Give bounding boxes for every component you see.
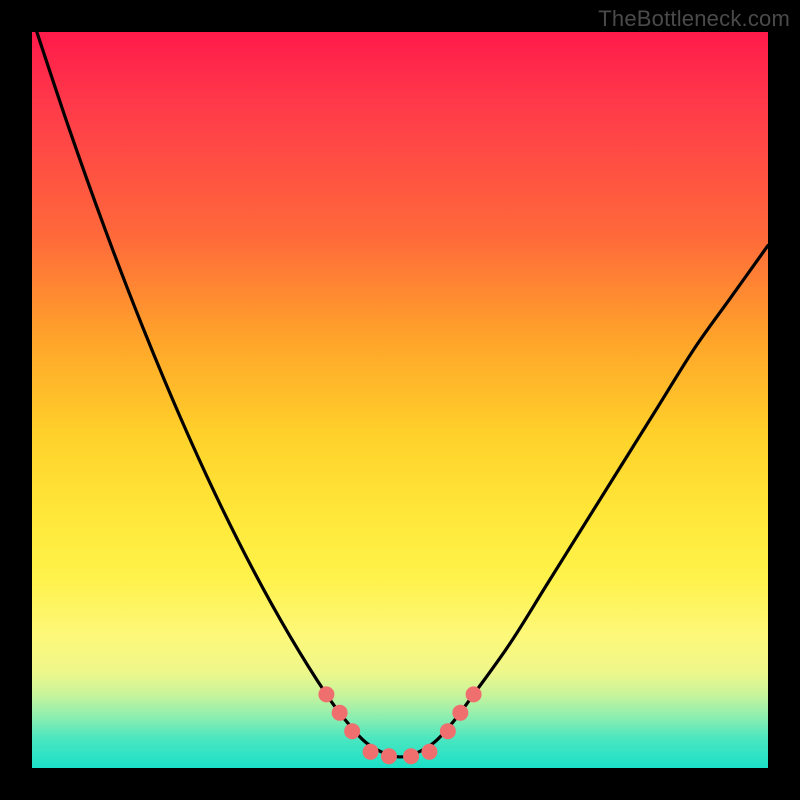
trough-marker [440,723,456,739]
curve-line [32,32,768,757]
chart-frame: TheBottleneck.com [0,0,800,800]
trough-marker [344,723,360,739]
plot-area [32,32,768,768]
trough-marker [332,705,348,721]
trough-marker [363,744,379,760]
trough-markers [318,686,481,764]
trough-marker [403,748,419,764]
trough-marker [452,705,468,721]
trough-marker [381,748,397,764]
watermark-text: TheBottleneck.com [598,6,790,32]
chart-svg [32,32,768,768]
trough-marker [318,686,334,702]
trough-marker [466,686,482,702]
trough-marker [421,744,437,760]
